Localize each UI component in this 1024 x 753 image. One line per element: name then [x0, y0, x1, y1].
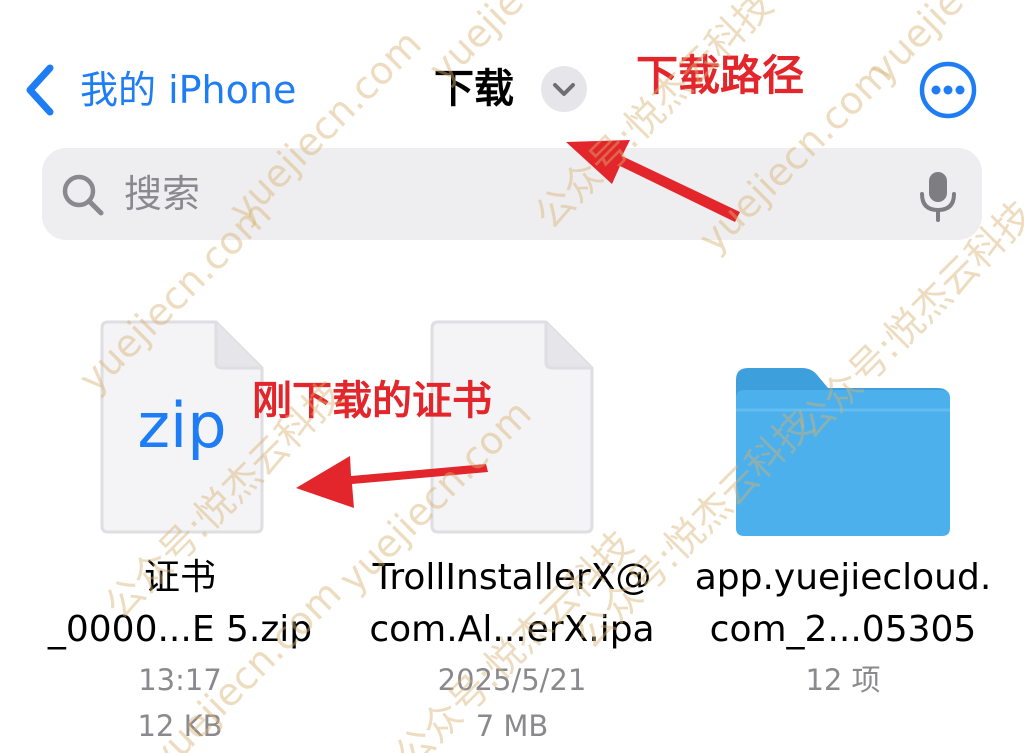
- folder-name-line1: app.yuejiecloud.: [694, 557, 992, 598]
- file-size: 7 MB: [475, 709, 549, 743]
- title-menu-button[interactable]: [541, 66, 587, 112]
- more-options-button[interactable]: [918, 60, 978, 120]
- file-name-line1: 证书: [143, 557, 216, 598]
- search-icon: [62, 174, 104, 216]
- folder-icon[interactable]: [732, 364, 954, 538]
- ellipsis-dot-icon: [931, 85, 941, 95]
- file-name-line2: com.Al...erX.ipa: [369, 609, 655, 650]
- chevron-down-icon: [553, 83, 575, 96]
- search-placeholder: 搜索: [124, 172, 201, 216]
- file-modified-date: 2025/5/21: [437, 663, 587, 697]
- page-title: 下载: [434, 66, 514, 112]
- annotation-download-path: 下载路径: [636, 51, 805, 100]
- folder-item-count: 12 项: [805, 663, 881, 697]
- annotation-new-certificate: 刚下载的证书: [252, 378, 492, 424]
- file-size: 12 KB: [137, 709, 223, 743]
- back-chevron-icon[interactable]: [22, 62, 58, 118]
- zip-file-type-label: zip: [137, 389, 227, 462]
- file-name-line1: TrollInstallerX@: [372, 557, 652, 598]
- microphone-icon[interactable]: [918, 170, 958, 222]
- file-name-line2: _0000...E 5.zip: [47, 609, 313, 650]
- folder-name-line2: com_2...05305: [709, 609, 977, 650]
- back-button-label[interactable]: 我的 iPhone: [80, 64, 296, 116]
- file-modified-time: 13:17: [138, 663, 222, 697]
